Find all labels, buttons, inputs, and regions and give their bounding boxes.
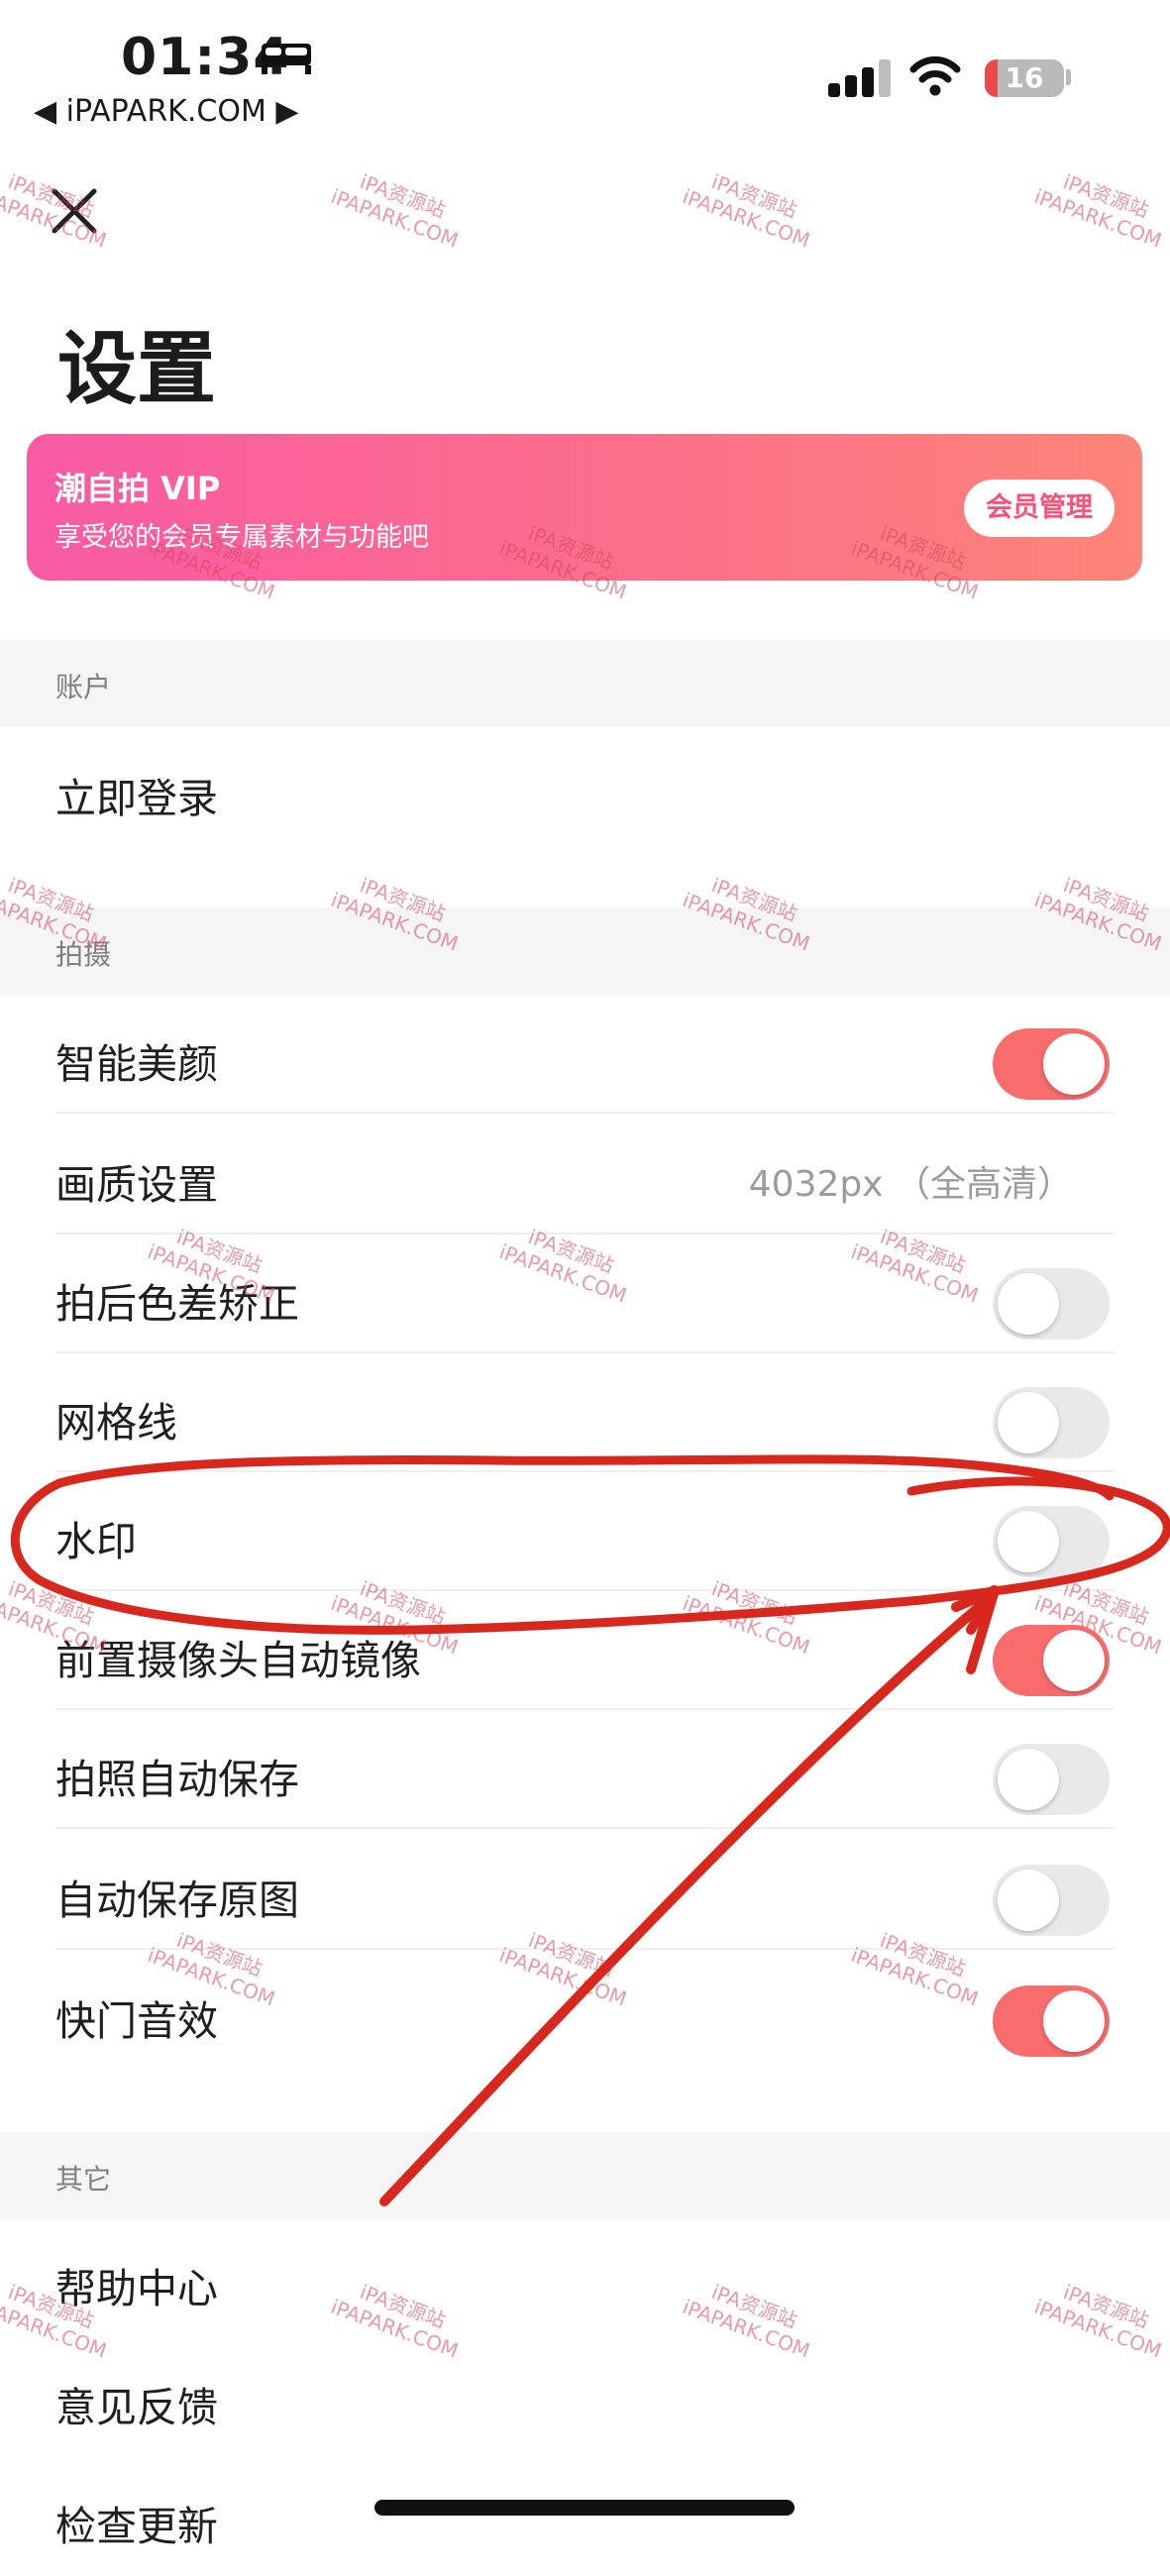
vip-subtitle: 享受您的会员专属素材与功能吧 bbox=[54, 522, 429, 553]
auto-save-toggle[interactable] bbox=[993, 1744, 1110, 1815]
row-label: 快门音效 bbox=[55, 1997, 218, 2045]
close-icon[interactable] bbox=[50, 186, 99, 236]
row-label: 水印 bbox=[55, 1518, 137, 1565]
wifi-icon bbox=[909, 55, 961, 96]
watermark-text: iPA资源站 iPAPARK.COM bbox=[679, 161, 821, 253]
watermark-line1: iPA资源站 bbox=[708, 169, 800, 223]
settings-row-watermark: 水印 bbox=[0, 1472, 1170, 1591]
settings-row-check-update[interactable]: 检查更新 bbox=[0, 2457, 1170, 2576]
row-label: 自动保存原图 bbox=[55, 1877, 299, 1924]
row-label: 检查更新 bbox=[55, 2503, 218, 2550]
settings-row-color-correction: 拍后色差矫正 bbox=[0, 1234, 1170, 1353]
settings-row-smart-beauty: 智能美颜 bbox=[0, 995, 1170, 1114]
status-bar: 01:34 ◀ iPAPARK.COM ▶ 16 bbox=[0, 0, 1170, 129]
front-mirror-toggle[interactable] bbox=[993, 1625, 1110, 1696]
toggle-knob bbox=[1043, 1033, 1105, 1095]
watermark-line1: iPA资源站 bbox=[357, 169, 449, 223]
back-to-app-link[interactable]: ◀ iPAPARK.COM ▶ bbox=[34, 94, 298, 129]
toggle-knob bbox=[1043, 1630, 1105, 1691]
section-title: 其它 bbox=[55, 2163, 112, 2196]
row-label: 立即登录 bbox=[55, 775, 218, 822]
settings-row-quality[interactable]: 画质设置 4032px （全高清） bbox=[0, 1116, 1170, 1234]
signal-icon bbox=[828, 59, 891, 97]
settings-row-auto-save: 拍照自动保存 bbox=[0, 1710, 1170, 1829]
section-header-shooting: 拍摄 bbox=[0, 908, 1170, 995]
bed-icon bbox=[262, 44, 311, 74]
settings-row-save-original: 自动保存原图 bbox=[0, 1831, 1170, 1950]
toggle-knob bbox=[998, 1870, 1059, 1931]
settings-row-login[interactable]: 立即登录 bbox=[0, 729, 1170, 848]
watermark-text: iPA资源站 iPAPARK.COM bbox=[1030, 161, 1170, 253]
row-divider bbox=[55, 1112, 1115, 1114]
vip-title: 潮自拍 VIP bbox=[54, 470, 221, 507]
settings-row-shutter-sound: 快门音效 bbox=[0, 1952, 1170, 2071]
quality-value: 4032px （全高清） bbox=[748, 1164, 1073, 1205]
row-label: 拍照自动保存 bbox=[55, 1756, 299, 1803]
settings-row-front-mirror: 前置摄像头自动镜像 bbox=[0, 1591, 1170, 1710]
toggle-knob bbox=[998, 1392, 1059, 1453]
watermark-toggle[interactable] bbox=[993, 1506, 1110, 1577]
settings-row-help[interactable]: 帮助中心 bbox=[0, 2219, 1170, 2338]
watermark-text: iPA资源站 iPAPARK.COM bbox=[327, 161, 470, 253]
toggle-knob bbox=[998, 1749, 1059, 1810]
section-header-other: 其它 bbox=[0, 2132, 1170, 2219]
home-indicator bbox=[374, 2500, 795, 2516]
section-title: 拍摄 bbox=[55, 938, 112, 971]
watermark-line2: iPAPARK.COM bbox=[1030, 183, 1165, 253]
battery-percentage: 16 bbox=[1005, 61, 1044, 94]
shutter-sound-toggle[interactable] bbox=[993, 1986, 1110, 2057]
section-title: 账户 bbox=[55, 671, 112, 703]
page-title: 设置 bbox=[57, 323, 216, 415]
save-original-toggle[interactable] bbox=[993, 1865, 1110, 1936]
settings-row-grid-lines: 网格线 bbox=[0, 1353, 1170, 1472]
section-header-account: 账户 bbox=[0, 640, 1170, 727]
battery-icon: 16 bbox=[985, 59, 1064, 97]
row-label: 网格线 bbox=[55, 1399, 177, 1447]
row-label: 拍后色差矫正 bbox=[55, 1280, 299, 1328]
row-label: 前置摄像头自动镜像 bbox=[55, 1637, 421, 1684]
row-label: 帮助中心 bbox=[55, 2265, 218, 2312]
toggle-knob bbox=[998, 1273, 1059, 1335]
battery-tip bbox=[1066, 69, 1071, 85]
grid-lines-toggle[interactable] bbox=[993, 1387, 1110, 1458]
toggle-knob bbox=[1043, 1990, 1105, 2052]
row-divider bbox=[55, 1827, 1115, 1829]
row-label: 意见反馈 bbox=[55, 2384, 218, 2431]
color-correction-toggle[interactable] bbox=[993, 1268, 1110, 1340]
vip-banner[interactable]: 潮自拍 VIP 享受您的会员专属素材与功能吧 会员管理 bbox=[27, 434, 1142, 581]
member-management-button[interactable]: 会员管理 bbox=[964, 480, 1115, 537]
watermark-line2: iPAPARK.COM bbox=[327, 183, 462, 253]
row-label: 画质设置 bbox=[55, 1161, 218, 1209]
row-label: 智能美颜 bbox=[55, 1040, 218, 1088]
toggle-knob bbox=[998, 1511, 1059, 1572]
row-divider bbox=[55, 1948, 1115, 1950]
watermark-line1: iPA资源站 bbox=[1060, 169, 1152, 223]
smart-beauty-toggle[interactable] bbox=[993, 1028, 1110, 1100]
watermark-line2: iPAPARK.COM bbox=[679, 183, 813, 253]
settings-row-feedback[interactable]: 意见反馈 bbox=[0, 2338, 1170, 2457]
